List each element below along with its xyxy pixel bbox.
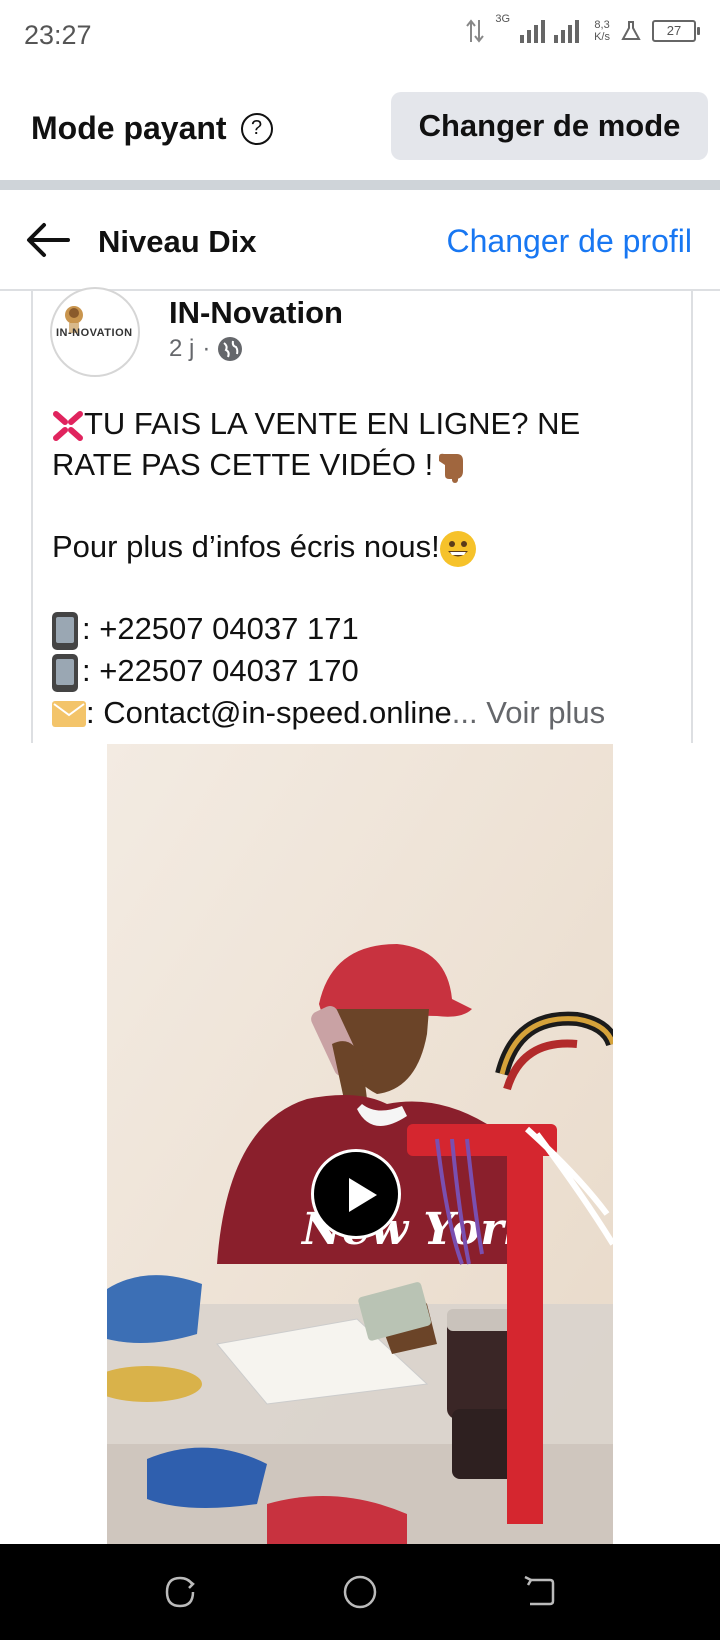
post-text-line-2: RATE PAS CETTE VIDÉO ! <box>52 444 677 485</box>
globe-icon <box>218 337 243 361</box>
post-card: IN-NOVATION IN-Novation 2 j · TU FAIS LA… <box>31 287 693 743</box>
see-more-link[interactable]: ... Voir plus <box>452 695 605 730</box>
question-circle-icon[interactable]: ? <box>240 112 273 145</box>
video-player[interactable]: New York <box>107 744 613 1544</box>
change-mode-button[interactable]: Changer de mode <box>391 92 708 160</box>
battery-indicator: 27 <box>652 20 700 42</box>
post-text-line-4-text: : +22507 04037 171 <box>82 611 359 646</box>
section-divider <box>0 180 720 190</box>
mode-title: Mode payant ? <box>31 110 273 147</box>
post-text-line-4: : +22507 04037 171 <box>52 608 677 650</box>
profile-name: Niveau Dix <box>98 224 257 259</box>
speed-value: 8,3 <box>594 19 610 31</box>
status-icons: 3G 8,3 K/s 27 <box>465 13 700 44</box>
post-text: TU FAIS LA VENTE EN LIGNE? NE RATE PAS C… <box>52 403 677 733</box>
mobile-phone-icon <box>52 611 78 650</box>
post-text-line-5-text: : +22507 04037 170 <box>82 652 359 688</box>
post-text-line-3: Pour plus d’infos écris nous! <box>52 526 677 567</box>
mode-bar: Mode payant ? Changer de mode <box>0 74 720 180</box>
status-bar: 23:27 3G 8,3 K/s 27 <box>0 0 720 74</box>
signal-icon <box>520 20 580 43</box>
avatar[interactable]: IN-NOVATION <box>50 287 140 377</box>
mobile-phone-icon <box>52 653 78 692</box>
post-author[interactable]: IN-Novation <box>169 295 343 331</box>
system-navigation-bar <box>0 1544 720 1640</box>
video-thumbnail: New York <box>107 744 613 1544</box>
post-text-line-1-text: TU FAIS LA VENTE EN LIGNE? NE <box>84 406 581 441</box>
network-type: 3G <box>495 13 511 25</box>
post-text-line-5: : +22507 04037 170 <box>52 650 677 692</box>
mode-title-label: Mode payant <box>31 110 227 146</box>
anger-symbol-icon <box>53 410 83 441</box>
post-text-line-2-text: RATE PAS CETTE VIDÉO ! <box>52 447 434 482</box>
speed-unit: K/s <box>594 31 610 43</box>
change-profile-link[interactable]: Changer de profil <box>447 223 692 260</box>
status-time: 23:27 <box>24 20 92 50</box>
post-meta: 2 j · <box>169 335 243 363</box>
data-transfer-icon <box>466 19 485 43</box>
arrow-left-icon[interactable] <box>26 222 70 258</box>
post-text-line-1: TU FAIS LA VENTE EN LIGNE? NE <box>52 403 677 444</box>
recent-apps-icon[interactable] <box>162 1574 198 1610</box>
back-icon[interactable] <box>522 1574 558 1610</box>
avatar-text: IN-NOVATION <box>56 327 133 339</box>
post-text-line-3-text: Pour plus d’infos écris nous! <box>52 529 440 564</box>
grinning-face-icon <box>439 530 476 567</box>
flask-icon <box>621 21 641 40</box>
incoming-envelope-icon <box>52 701 86 728</box>
network-speed: 8,3 K/s <box>594 19 610 43</box>
post-time[interactable]: 2 j <box>169 335 194 363</box>
pointing-down-hand-icon <box>439 453 464 483</box>
home-icon[interactable] <box>342 1574 378 1610</box>
post-text-line-6-text: : Contact@in-speed.online <box>86 694 452 730</box>
play-icon[interactable] <box>311 1149 401 1239</box>
post-text-line-6: : Contact@in-speed.online... Voir plus <box>52 692 677 733</box>
profile-bar: Niveau Dix Changer de profil <box>0 190 720 291</box>
meta-separator: · <box>202 335 211 362</box>
